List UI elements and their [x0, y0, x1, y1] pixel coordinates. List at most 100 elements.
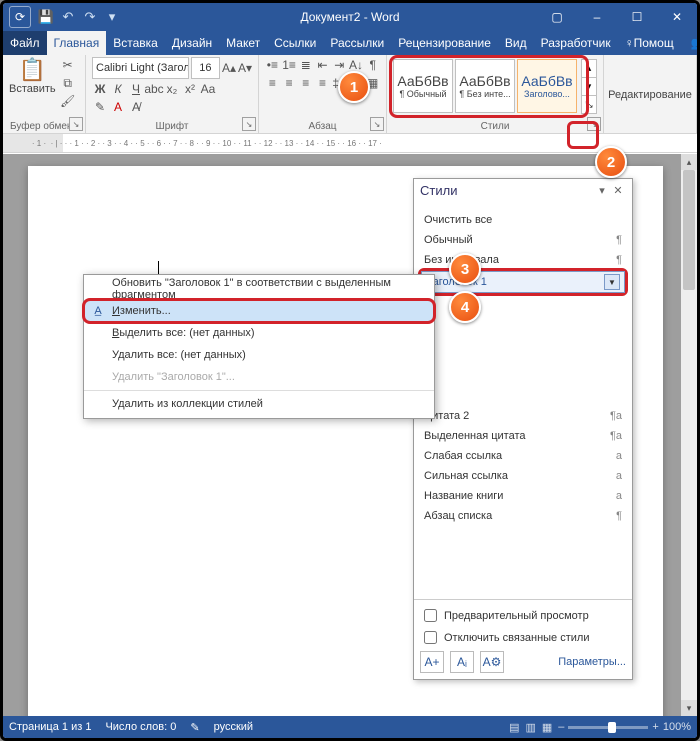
- font-name-combo[interactable]: Calibri Light (Заголо: [92, 57, 189, 79]
- style-row[interactable]: Выделенная цитата¶a: [420, 426, 626, 446]
- status-wordcount[interactable]: Число слов: 0: [105, 721, 176, 733]
- dec-indent-icon[interactable]: ⇤: [315, 57, 330, 73]
- linked-checkbox[interactable]: Отключить связанные стили: [420, 628, 626, 647]
- group-font: Calibri Light (Заголо 16 A▴ A▾ Ж К Ч abc…: [86, 55, 259, 133]
- gallery-more-icon[interactable]: ⤡: [581, 95, 597, 114]
- pilcrow-icon[interactable]: ¶: [365, 57, 380, 73]
- style-row[interactable]: Цитата 2¶a: [420, 406, 626, 426]
- grow-font-icon[interactable]: A▴: [222, 60, 236, 76]
- zoom-level[interactable]: 100%: [663, 721, 691, 733]
- font-size-combo[interactable]: 16: [191, 57, 220, 79]
- style-row[interactable]: Название книгиa: [420, 486, 626, 506]
- tab-insert[interactable]: Вставка: [106, 31, 165, 55]
- preview-checkbox[interactable]: Предварительный просмотр: [420, 606, 626, 625]
- redo-icon[interactable]: ↷: [81, 8, 99, 26]
- status-proofing-icon[interactable]: ✎: [190, 721, 199, 734]
- copy-icon[interactable]: ⧉: [60, 75, 76, 91]
- gallery-down-icon[interactable]: ▾: [581, 77, 597, 95]
- ctx-select-all[interactable]: Выделить все: (нет данных): [84, 322, 434, 344]
- inc-indent-icon[interactable]: ⇥: [332, 57, 347, 73]
- qat-more-icon[interactable]: ▾: [103, 8, 121, 26]
- clear-format-icon[interactable]: A̸: [128, 99, 144, 115]
- paragraph-launcher[interactable]: ↘: [370, 117, 384, 131]
- ribbon-options-icon[interactable]: ▢: [537, 3, 577, 31]
- style-tile-normal[interactable]: АаБбВв ¶ Обычный: [393, 59, 453, 113]
- status-language[interactable]: русский: [214, 721, 253, 733]
- scroll-up-icon[interactable]: ▴: [681, 154, 697, 170]
- strike-icon[interactable]: abc: [146, 81, 162, 97]
- gallery-up-icon[interactable]: ▴: [581, 59, 597, 77]
- cut-icon[interactable]: ✂: [60, 57, 76, 73]
- ctx-remove-from-gallery[interactable]: Удалить из коллекции стилей: [84, 393, 434, 415]
- tab-review[interactable]: Рецензирование: [391, 31, 498, 55]
- view-print-icon[interactable]: ▥: [525, 721, 535, 734]
- close-icon[interactable]: ✕: [657, 3, 697, 31]
- tab-mailings[interactable]: Рассылки: [323, 31, 391, 55]
- zoom-slider[interactable]: [568, 726, 648, 729]
- style-clear-all[interactable]: Очистить все: [420, 210, 626, 230]
- new-style-icon[interactable]: A+: [420, 651, 444, 673]
- style-tile-heading1[interactable]: АаБбВв Заголово...: [517, 59, 577, 113]
- zoom-in-icon[interactable]: +: [652, 721, 658, 733]
- tab-view[interactable]: Вид: [498, 31, 534, 55]
- view-read-icon[interactable]: ▤: [509, 721, 519, 734]
- bullets-icon[interactable]: •≡: [265, 57, 280, 73]
- styles-params-link[interactable]: Параметры...: [558, 656, 626, 668]
- font-color-icon[interactable]: A: [110, 99, 126, 115]
- align-right-icon[interactable]: ≡: [298, 75, 313, 91]
- paste-button[interactable]: 📋 Вставить: [9, 57, 56, 95]
- editing-label[interactable]: Редактирование: [608, 89, 692, 101]
- horizontal-ruler[interactable]: · 1 · · | · · · 1 · · 2 · · 3 · · 4 · · …: [3, 134, 697, 153]
- format-painter-icon[interactable]: 🖌: [60, 93, 76, 109]
- case-icon[interactable]: Aa: [200, 81, 216, 97]
- numbering-icon[interactable]: 1≡: [282, 57, 297, 73]
- shrink-font-icon[interactable]: A▾: [238, 60, 252, 76]
- pane-dropdown-icon[interactable]: ▾: [594, 184, 610, 197]
- style-row[interactable]: Абзац списка¶: [420, 506, 626, 526]
- scroll-thumb[interactable]: [683, 170, 695, 290]
- vertical-scrollbar[interactable]: ▴ ▾: [681, 154, 697, 716]
- style-inspector-icon[interactable]: Aᵢ: [450, 651, 474, 673]
- style-row[interactable]: Слабая ссылкаa: [420, 446, 626, 466]
- style-normal[interactable]: Обычный¶: [420, 230, 626, 250]
- maximize-icon[interactable]: ☐: [617, 3, 657, 31]
- save-icon[interactable]: 💾: [37, 8, 55, 26]
- justify-icon[interactable]: ≡: [315, 75, 330, 91]
- scroll-down-icon[interactable]: ▾: [681, 700, 697, 716]
- minimize-icon[interactable]: –: [577, 3, 617, 31]
- tell-me[interactable]: ♀ Помощ: [618, 31, 681, 55]
- tab-layout[interactable]: Макет: [219, 31, 267, 55]
- font-launcher[interactable]: ↘: [242, 117, 256, 131]
- tab-home[interactable]: Главная: [47, 31, 107, 55]
- align-left-icon[interactable]: ≡: [265, 75, 280, 91]
- ctx-modify-style[interactable]: A̲ Изменить...: [84, 300, 434, 322]
- clipboard-launcher[interactable]: ↘: [69, 117, 83, 131]
- style-tile-nospace[interactable]: АаБбВв ¶ Без инте...: [455, 59, 515, 113]
- underline-icon[interactable]: Ч: [128, 81, 144, 97]
- ctx-update-style[interactable]: Обновить "Заголовок 1" в соответствии с …: [84, 278, 434, 300]
- autosave-icon[interactable]: ⟳: [9, 6, 31, 28]
- multilevel-icon[interactable]: ≣: [298, 57, 313, 73]
- highlight-icon[interactable]: ✎: [92, 99, 108, 115]
- status-page[interactable]: Страница 1 из 1: [9, 721, 91, 733]
- style-dropdown-icon[interactable]: ▼: [604, 274, 620, 290]
- tab-file[interactable]: Файл: [3, 31, 47, 55]
- page[interactable]: Стили ▾ ✕ Очистить все Обычный¶ Без инте…: [28, 166, 663, 716]
- pane-close-icon[interactable]: ✕: [610, 184, 626, 197]
- zoom-out-icon[interactable]: –: [558, 721, 564, 733]
- styles-launcher[interactable]: ↘: [587, 117, 601, 131]
- style-row[interactable]: Сильная ссылкаa: [420, 466, 626, 486]
- share-button[interactable]: 👥 Общий доступ: [681, 31, 700, 55]
- subscript-icon[interactable]: x₂: [164, 81, 180, 97]
- manage-styles-icon[interactable]: A⚙: [480, 651, 504, 673]
- bold-icon[interactable]: Ж: [92, 81, 108, 97]
- undo-icon[interactable]: ↶: [59, 8, 77, 26]
- ctx-delete-all[interactable]: Удалить все: (нет данных): [84, 344, 434, 366]
- tab-design[interactable]: Дизайн: [165, 31, 219, 55]
- tab-references[interactable]: Ссылки: [267, 31, 323, 55]
- italic-icon[interactable]: К: [110, 81, 126, 97]
- view-web-icon[interactable]: ▦: [542, 721, 552, 734]
- align-center-icon[interactable]: ≡: [282, 75, 297, 91]
- tab-developer[interactable]: Разработчик: [534, 31, 618, 55]
- superscript-icon[interactable]: x²: [182, 81, 198, 97]
